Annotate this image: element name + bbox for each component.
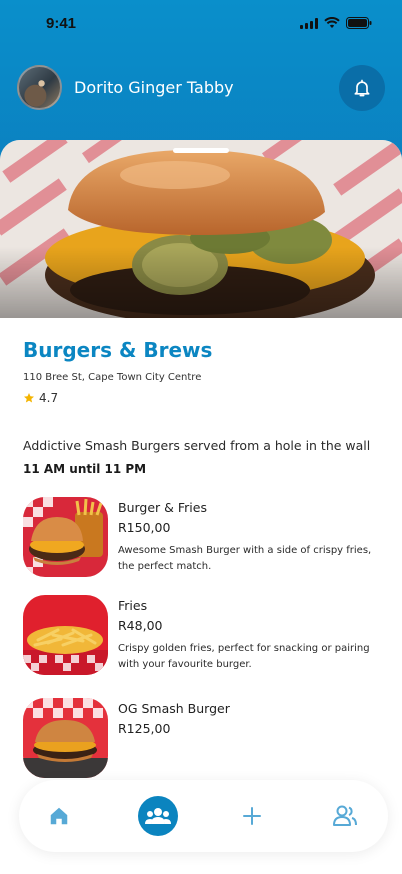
status-bar: 9:41 [0,0,402,50]
signal-icon [300,17,318,29]
menu-item-price: R150,00 [118,520,171,535]
star-icon [24,393,34,403]
nav-add[interactable] [232,796,272,836]
status-time: 9:41 [46,15,77,32]
nav-groups[interactable] [138,796,178,836]
menu-item-name: OG Smash Burger [118,701,230,716]
user-name: Dorito Ginger Tabby [74,78,234,97]
rating-value: 4.7 [39,391,59,405]
opening-hours: 11 AM until 11 PM [23,462,147,476]
restaurant-name: Burgers & Brews [23,338,213,362]
bottom-nav [19,780,388,852]
nav-home[interactable] [39,796,79,836]
nav-users[interactable] [325,796,365,836]
sheet-handle[interactable] [173,148,229,153]
restaurant-address: 110 Bree St, Cape Town City Centre [23,372,202,383]
menu-item-price: R48,00 [118,618,163,633]
menu-item-image [23,497,108,577]
rating: 4.7 [23,391,58,405]
menu-item-price: R125,00 [118,721,171,736]
avatar[interactable] [17,65,62,110]
menu-item[interactable]: OG Smash Burger R125,00 [23,698,379,780]
menu-item-text: Burger & Fries R150,00 Awesome Smash Bur… [118,500,379,575]
menu-item-description: Crispy golden fries, perfect for snackin… [118,643,370,670]
menu-item-description: Awesome Smash Burger with a side of cris… [118,545,372,572]
menu-item-name: Fries [118,598,148,613]
profile-row: Dorito Ginger Tabby [17,65,385,111]
restaurant-description: Addictive Smash Burgers served from a ho… [23,438,371,453]
menu-item[interactable]: Fries R48,00 Crispy golden fries, perfec… [23,595,379,677]
home-icon [50,807,68,825]
menu-item-text: Fries R48,00 Crispy golden fries, perfec… [118,598,379,673]
battery-icon [346,17,372,29]
group-icon [145,808,171,824]
menu-item-name: Burger & Fries [118,500,207,515]
menu-item[interactable]: Burger & Fries R150,00 Awesome Smash Bur… [23,497,379,579]
menu-item-text: OG Smash Burger R125,00 [118,701,379,736]
plus-icon [243,807,261,825]
hero-image [0,140,402,318]
users-icon [333,805,357,826]
wifi-icon [324,17,340,28]
notifications-button[interactable] [339,65,385,111]
status-icons [300,17,372,29]
menu-item-image [23,698,108,778]
menu-item-image [23,595,108,675]
bell-icon [354,79,370,97]
